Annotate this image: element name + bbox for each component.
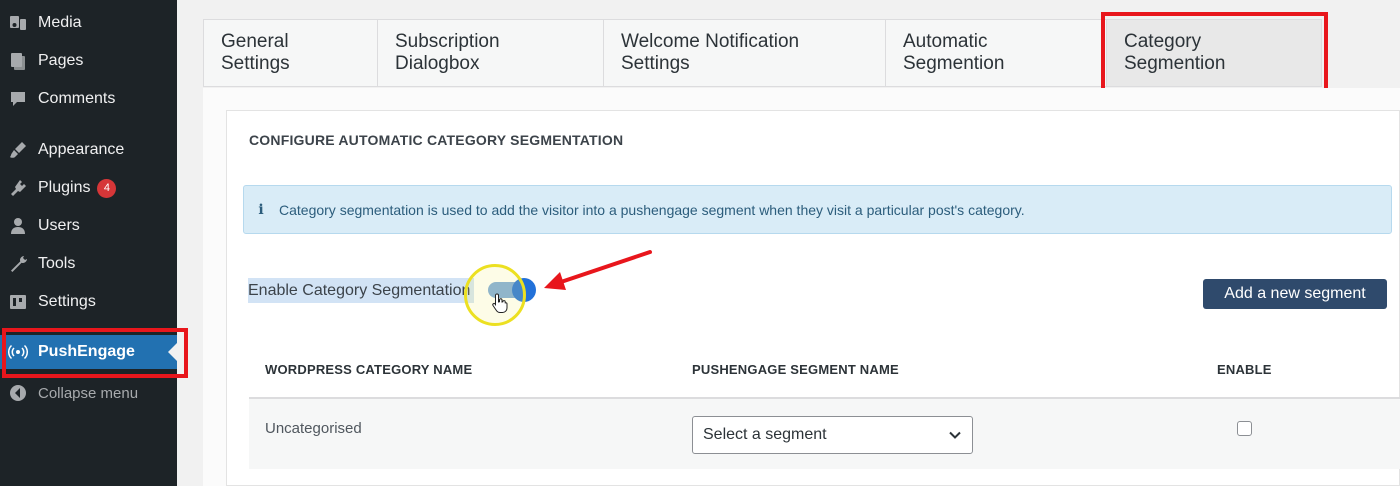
collapse-menu-label: Collapse menu — [38, 384, 139, 402]
sidebar-item-label: Pages — [38, 52, 84, 69]
settings-icon — [7, 291, 29, 313]
tab-general-settings[interactable]: General Settings — [203, 19, 378, 87]
info-text: Category segmentation is used to add the… — [279, 201, 1025, 218]
sidebar-item-users[interactable]: Users — [0, 209, 177, 243]
tab-label: General Settings — [221, 31, 290, 74]
column-header-enable: ENABLE — [1217, 362, 1272, 377]
sidebar-item-pages[interactable]: Pages — [0, 44, 177, 78]
toggle-label: Enable Category Segmentation — [248, 278, 475, 303]
sidebar-item-label: Media — [38, 14, 82, 31]
enable-checkbox[interactable] — [1237, 421, 1252, 436]
column-header-segment: PUSHENGAGE SEGMENT NAME — [692, 362, 899, 377]
admin-sidebar: Media Pages Comments Appearance Plugins … — [0, 0, 177, 486]
info-notice: i Category segmentation is used to add t… — [243, 185, 1392, 234]
highlight-box-pushengage — [2, 328, 188, 378]
update-count-badge: 4 — [97, 178, 117, 198]
highlight-box-category-tab — [1101, 12, 1328, 96]
tab-label: Automatic Segmention — [903, 31, 1005, 74]
segment-select[interactable]: Select a segment — [692, 416, 973, 454]
section-title: CONFIGURE AUTOMATIC CATEGORY SEGMENTATIO… — [249, 132, 624, 148]
sidebar-item-plugins[interactable]: Plugins 4 — [0, 171, 177, 205]
chevron-down-icon — [949, 431, 961, 439]
sidebar-item-settings[interactable]: Settings — [0, 285, 177, 319]
sidebar-item-label: Tools — [38, 255, 76, 272]
red-arrow-annotation — [544, 250, 652, 290]
sidebar-item-comments[interactable]: Comments — [0, 82, 177, 116]
tab-automatic-segmention[interactable]: Automatic Segmention — [885, 19, 1107, 87]
tab-subscription-dialogbox[interactable]: Subscription Dialogbox — [377, 19, 604, 87]
appearance-icon — [7, 139, 29, 161]
column-header-category: WORDPRESS CATEGORY NAME — [265, 362, 473, 377]
tab-label: Subscription Dialogbox — [395, 31, 500, 74]
select-value: Select a segment — [703, 426, 827, 443]
sidebar-item-appearance[interactable]: Appearance — [0, 133, 177, 167]
media-icon — [7, 12, 29, 34]
plugins-icon — [7, 177, 29, 199]
sidebar-item-media[interactable]: Media — [0, 6, 177, 40]
pages-icon — [7, 50, 29, 72]
tab-welcome-notification-settings[interactable]: Welcome Notification Settings — [603, 19, 886, 87]
collapse-icon — [7, 382, 29, 404]
sidebar-item-label: Settings — [38, 293, 96, 310]
sidebar-item-label: Plugins — [38, 179, 91, 196]
tab-label: Welcome Notification Settings — [621, 31, 800, 74]
collapse-menu-button[interactable]: Collapse menu — [0, 376, 177, 410]
add-new-segment-button[interactable]: Add a new segment — [1203, 279, 1387, 309]
users-icon — [7, 215, 29, 237]
comments-icon — [7, 88, 29, 110]
sidebar-item-label: Users — [38, 217, 80, 234]
sidebar-item-tools[interactable]: Tools — [0, 247, 177, 281]
tools-icon — [7, 253, 29, 275]
sidebar-item-label: Appearance — [38, 141, 125, 158]
sidebar-item-label: Comments — [38, 90, 116, 107]
info-icon: i — [258, 201, 264, 218]
hand-cursor-icon — [492, 293, 508, 313]
category-name-cell: Uncategorised — [265, 420, 362, 437]
